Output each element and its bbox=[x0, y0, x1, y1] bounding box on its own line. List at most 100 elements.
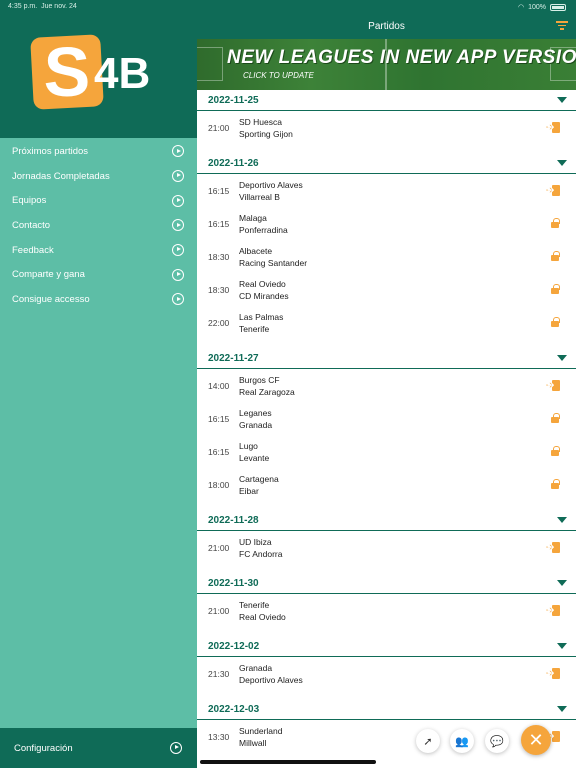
sidebar-item[interactable]: Jornadas Completadas bbox=[0, 164, 197, 189]
open-match-button[interactable] bbox=[547, 541, 560, 553]
date-header[interactable]: 2022-12-02 bbox=[197, 636, 576, 657]
match-list: 2022-11-25 21:00 SD HuescaSporting Gijon 20… bbox=[197, 90, 576, 753]
lock-icon bbox=[551, 218, 560, 228]
status-time-date: 4:35 p.m. Jue nov. 24 bbox=[8, 3, 77, 10]
wifi-icon: ◠ bbox=[517, 4, 525, 11]
match-row[interactable]: 16:15 Malaga Ponferradina bbox=[197, 207, 576, 240]
match-row[interactable]: 16:15 Leganes Granada bbox=[197, 402, 576, 435]
enter-icon bbox=[547, 667, 560, 679]
match-row[interactable]: 21:00 UD Ibiza FC Andorra bbox=[197, 531, 576, 564]
date-header[interactable]: 2022-11-30 bbox=[197, 573, 576, 594]
sidebar-item[interactable]: Próximos partidos bbox=[0, 139, 197, 164]
update-banner[interactable]: NEW LEAGUES IN NEW APP VERSION CLICK TO … bbox=[197, 39, 576, 90]
rocket-button[interactable]: ➚ bbox=[416, 729, 440, 753]
home-team: SD Huesca bbox=[239, 116, 282, 127]
lock-button[interactable] bbox=[549, 218, 560, 229]
date-header[interactable]: 2022-11-26 bbox=[197, 153, 576, 174]
users-icon: 👥 bbox=[455, 735, 469, 748]
away-team: Deportivo Alaves bbox=[239, 674, 303, 685]
enter-icon bbox=[547, 379, 560, 391]
users-button[interactable]: 👥 bbox=[450, 729, 474, 753]
date-label: 2022-12-03 bbox=[208, 703, 260, 715]
sidebar-item-label: Jornadas Completadas bbox=[12, 170, 110, 182]
settings-item[interactable]: Configuración bbox=[0, 728, 197, 768]
enter-icon bbox=[547, 121, 560, 133]
logo-text: 4B bbox=[94, 49, 151, 98]
away-team: Villarreal B bbox=[239, 191, 280, 202]
home-team: Albacete bbox=[239, 245, 273, 256]
lock-button[interactable] bbox=[549, 317, 560, 328]
close-fab-button[interactable]: ✕ bbox=[521, 725, 551, 755]
match-teams: UD Ibiza FC Andorra bbox=[239, 536, 576, 560]
filter-icon[interactable] bbox=[556, 21, 568, 31]
sidebar-item[interactable]: Equipos bbox=[0, 188, 197, 213]
sidebar: S 4B Próximos partidos Jornadas Completad… bbox=[0, 0, 197, 768]
triangle-down-icon bbox=[557, 160, 567, 166]
away-team: Levante bbox=[239, 452, 270, 463]
match-time: 21:00 bbox=[208, 605, 230, 616]
match-row[interactable]: 18:30 Albacete Racing Santander bbox=[197, 240, 576, 273]
match-row[interactable]: 22:00 Las Palmas Tenerife bbox=[197, 306, 576, 339]
sidebar-item[interactable]: Contacto bbox=[0, 213, 197, 238]
battery-percent: 100% bbox=[528, 3, 546, 11]
lock-button[interactable] bbox=[549, 284, 560, 295]
lock-button[interactable] bbox=[549, 413, 560, 424]
play-circle-icon bbox=[172, 244, 184, 257]
triangle-down-icon bbox=[557, 706, 567, 712]
open-match-button[interactable] bbox=[547, 379, 560, 391]
home-team: Burgos CF bbox=[239, 374, 280, 385]
triangle-down-icon bbox=[557, 643, 567, 649]
lock-button[interactable] bbox=[549, 479, 560, 490]
match-row[interactable]: 14:00 Burgos CF Real Zaragoza bbox=[197, 369, 576, 402]
date-header[interactable]: 2022-11-28 bbox=[197, 510, 576, 531]
match-time: 21:30 bbox=[208, 668, 230, 679]
date-label: 2022-11-28 bbox=[208, 514, 259, 526]
match-row[interactable]: 16:15 Lugo Levante bbox=[197, 435, 576, 468]
match-time: 18:30 bbox=[208, 284, 230, 295]
open-match-button[interactable] bbox=[547, 604, 560, 616]
banner-title: NEW LEAGUES IN NEW APP VERSION bbox=[227, 47, 576, 68]
away-team: Real Oviedo bbox=[239, 611, 286, 622]
sidebar-item-label: Consigue accesso bbox=[12, 293, 90, 305]
away-team: Granada bbox=[239, 419, 273, 430]
match-row[interactable]: 21:30 Granada Deportivo Alaves bbox=[197, 657, 576, 690]
battery-icon bbox=[550, 3, 566, 11]
home-team: Lugo bbox=[239, 440, 258, 451]
status-bar: 4:35 p.m. Jue nov. 24 ◠ 100% bbox=[0, 0, 576, 14]
match-time: 21:00 bbox=[208, 122, 230, 133]
open-match-button[interactable] bbox=[547, 121, 560, 133]
status-date: Jue nov. 24 bbox=[41, 3, 77, 10]
sidebar-item[interactable]: Comparte y gana bbox=[0, 262, 197, 287]
match-teams: Malaga Ponferradina bbox=[239, 212, 576, 236]
open-match-button[interactable] bbox=[547, 667, 560, 679]
lock-button[interactable] bbox=[549, 446, 560, 457]
sidebar-item[interactable]: Feedback bbox=[0, 238, 197, 263]
match-row[interactable]: 21:00 SD Huesca Sporting Gijon bbox=[197, 111, 576, 144]
home-team: Malaga bbox=[239, 212, 267, 223]
enter-icon bbox=[547, 184, 560, 196]
match-time: 18:30 bbox=[208, 251, 230, 262]
play-circle-icon bbox=[172, 194, 184, 207]
match-teams: Tenerife Real Oviedo bbox=[239, 599, 576, 623]
chat-button[interactable]: 💬 bbox=[485, 729, 509, 753]
date-header[interactable]: 2022-12-03 bbox=[197, 699, 576, 720]
sidebar-item[interactable]: Consigue accesso bbox=[0, 287, 197, 312]
date-header[interactable]: 2022-11-27 bbox=[197, 348, 576, 369]
match-row[interactable]: 18:00 Cartagena Eibar bbox=[197, 468, 576, 501]
home-team: Cartagena bbox=[239, 473, 279, 484]
date-header[interactable]: 2022-11-25 bbox=[197, 90, 576, 111]
match-row[interactable]: 16:15 Deportivo Alaves Villarreal B bbox=[197, 174, 576, 207]
match-teams: Cartagena Eibar bbox=[239, 473, 576, 497]
match-row[interactable]: 21:00 Tenerife Real Oviedo bbox=[197, 594, 576, 627]
play-circle-icon bbox=[172, 170, 184, 183]
play-circle-icon bbox=[172, 219, 184, 232]
match-row[interactable]: 13:30 Sunderland Millwall bbox=[197, 720, 576, 753]
rocket-icon: ➚ bbox=[423, 735, 433, 748]
match-teams: Burgos CF Real Zaragoza bbox=[239, 374, 576, 398]
lock-button[interactable] bbox=[549, 251, 560, 262]
match-row[interactable]: 18:30 Real Oviedo CD Mirandes bbox=[197, 273, 576, 306]
open-match-button[interactable] bbox=[547, 184, 560, 196]
date-label: 2022-11-30 bbox=[208, 577, 259, 589]
